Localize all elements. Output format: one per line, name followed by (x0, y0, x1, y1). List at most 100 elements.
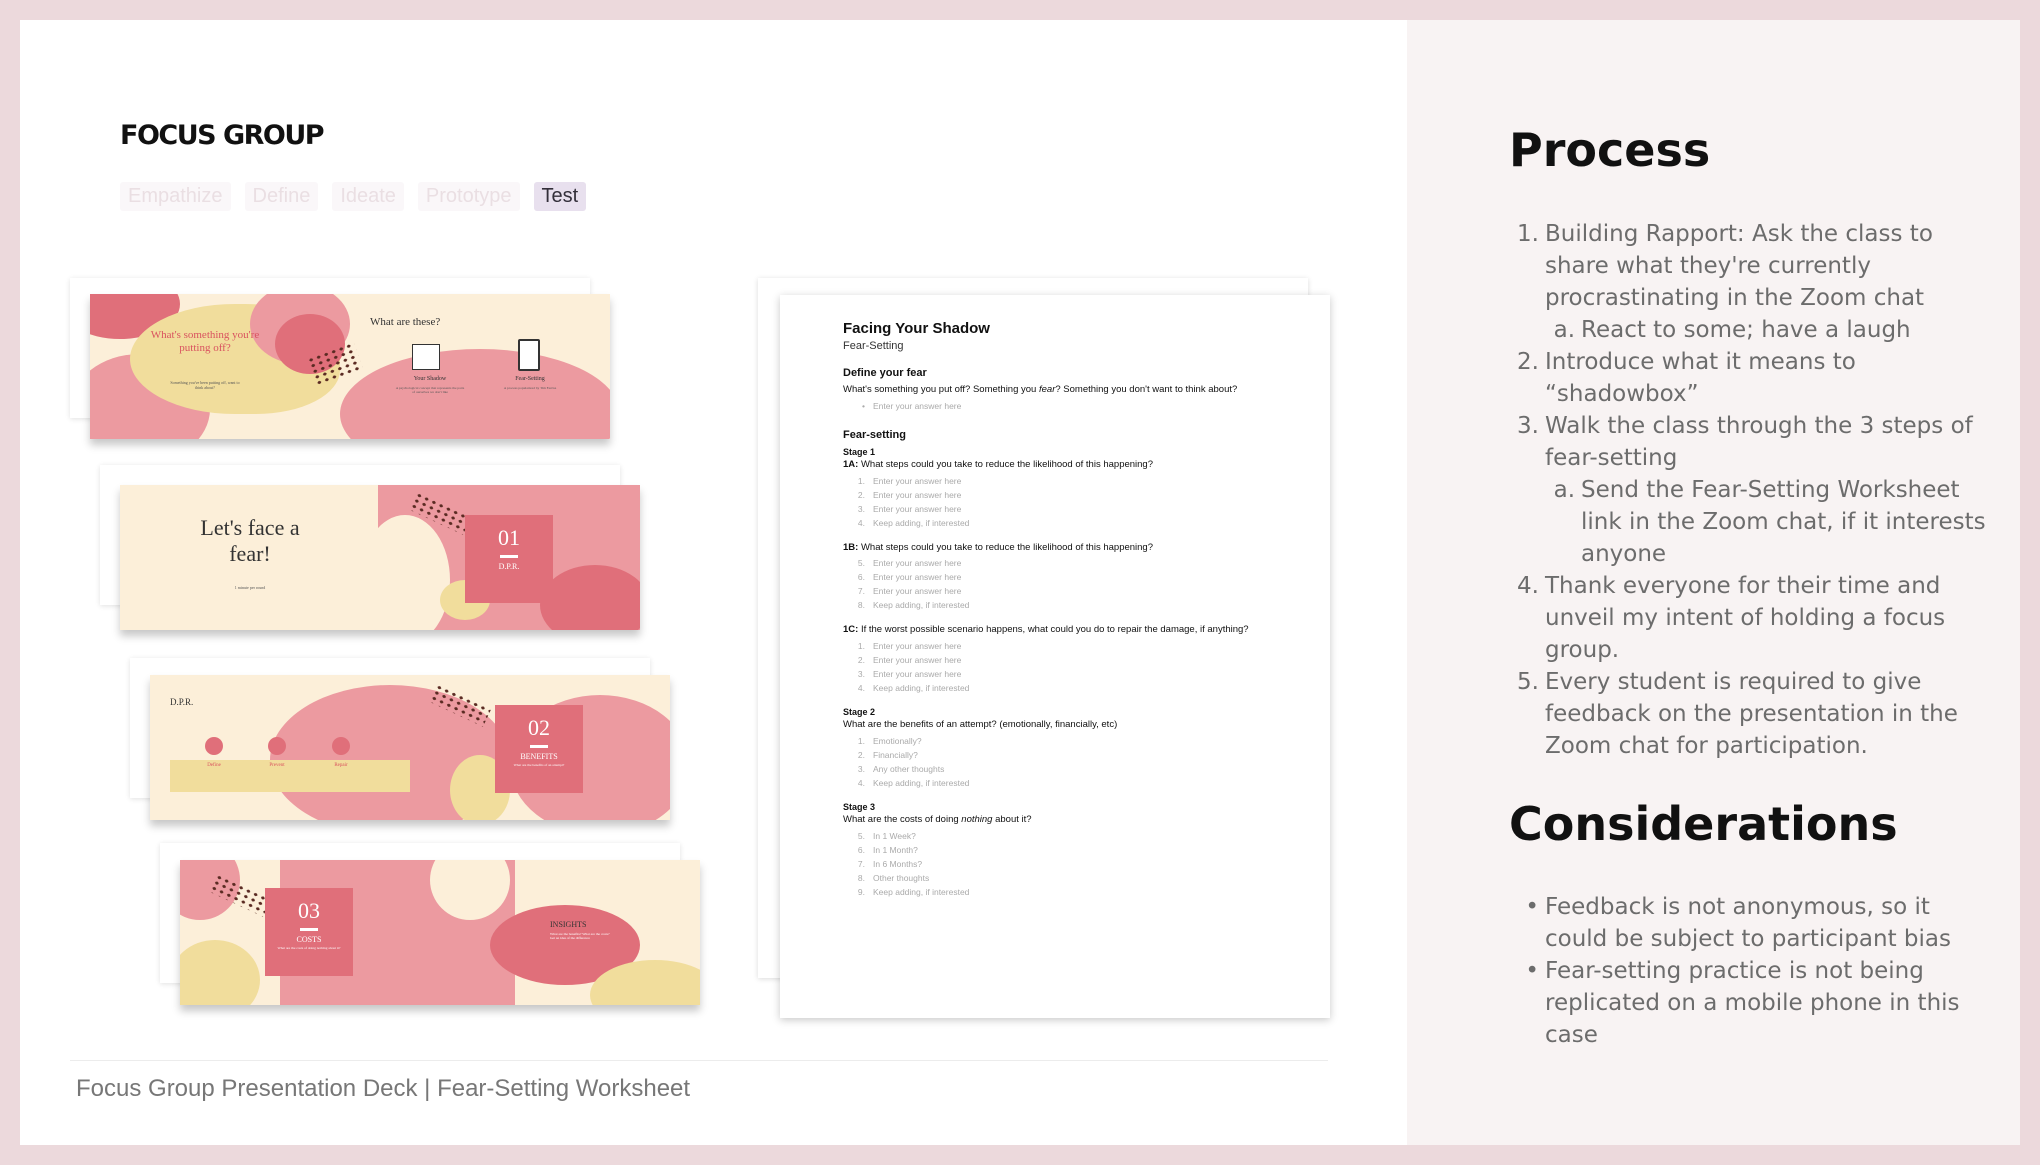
slide3-label: D.P.R. (170, 697, 194, 707)
right-panel: Process 1. Building Rapport: Ask the clas… (1407, 20, 2020, 1145)
slide3-number: 02 (528, 715, 550, 740)
divider (500, 555, 518, 558)
slide4-number-card: 03 COSTS What are the costs of doing not… (265, 888, 353, 976)
define-heading: Define your fear (843, 367, 927, 379)
worksheet-subtitle: Fear-Setting (843, 340, 904, 352)
answer-field[interactable]: 3. Enter your answer here (843, 667, 1283, 681)
slide3-number-card: 02 BENEFITS What are the benefits of an … (495, 705, 583, 793)
answer-field[interactable]: 3. Enter your answer here (843, 502, 1283, 516)
answer-list-1b: 5. Enter your answer here 6. Enter your an… (843, 556, 1283, 612)
repair-icon (332, 737, 350, 755)
deck-slide-2: Let's face a fear! 1 minute per round 01… (120, 485, 640, 630)
answer-field[interactable]: 5. Enter your answer here (843, 556, 1283, 570)
answer-field[interactable]: 4. Keep adding, if interested (843, 681, 1283, 695)
answer-field[interactable]: 6. In 1 Month? (843, 843, 1283, 857)
define-icon (205, 737, 223, 755)
process-subitem: a. Send the Fear-Setting Worksheet link i… (1553, 477, 1986, 567)
answer-field[interactable]: 1. Emotionally? (843, 734, 1283, 748)
answer-field[interactable]: 3. Any other thoughts (843, 762, 1283, 776)
slide2-number: 01 (498, 525, 520, 550)
answer-field[interactable]: 6. Enter your answer here (843, 570, 1283, 584)
define-question: What's something you put off? Something … (843, 384, 1238, 395)
consideration-item: • Fear-setting practice is not being repl… (1525, 958, 1960, 1048)
answer-field[interactable]: 7. Enter your answer here (843, 584, 1283, 598)
process-item: 5. Every student is required to give feed… (1517, 669, 1958, 759)
answer-field[interactable]: 8. Other thoughts (843, 871, 1283, 885)
stage-2-label: Stage 2 (843, 707, 876, 718)
slide1-item1-note: A psychological concept that represents … (395, 386, 465, 394)
slide3-col2: Prevent (269, 763, 285, 768)
question-2: What are the benefits of an attempt? (em… (843, 719, 1118, 731)
slide1-item2: Fear-Setting (515, 376, 545, 382)
stage-empathize[interactable]: Empathize (120, 182, 231, 211)
caption: Focus Group Presentation Deck | Fear-Set… (76, 1075, 691, 1102)
answer-field[interactable]: 4. Keep adding, if interested (843, 776, 1283, 790)
answer-field[interactable]: 1. Enter your answer here (843, 639, 1283, 653)
blob-shape (340, 349, 610, 439)
slide2-caption: D.P.R. (498, 562, 520, 571)
slide4-insights: INSIGHTS (550, 920, 587, 929)
stage-define[interactable]: Define (244, 182, 319, 211)
stage-test[interactable]: Test (533, 182, 587, 211)
deck-slide-1: What's something you're putting off? Som… (90, 294, 610, 439)
fear-heading: Fear-setting (843, 428, 906, 441)
shadow-figure-icon (412, 344, 440, 370)
answer-field[interactable]: 2. Financially? (843, 748, 1283, 762)
stage-ideate[interactable]: Ideate (332, 182, 404, 211)
answer-field[interactable]: 1. Enter your answer here (843, 474, 1283, 488)
slide4-insights-note: What are the benefits? What are the cost… (550, 932, 610, 940)
left-panel: FOCUS GROUP Empathize Define Ideate Prot… (20, 20, 1407, 1145)
considerations-heading: Considerations (1509, 797, 1898, 851)
process-item: 3. Walk the class through the 3 steps of … (1517, 413, 1973, 471)
slide1-item2-note: A process popularized by Tim Ferriss (503, 386, 557, 390)
answer-field[interactable]: 5. In 1 Week? (843, 829, 1283, 843)
slide1-item1: Your Shadow (413, 376, 447, 382)
slide1-question: What's something you're putting off? (150, 329, 260, 354)
slide4-number: 03 (298, 898, 320, 923)
answer-field[interactable]: 9. Keep adding, if interested (843, 885, 1283, 899)
answer-field[interactable]: • Enter your answer here (843, 399, 1283, 413)
stage-3-label: Stage 3 (843, 802, 876, 813)
answer-list-1a: 1. Enter your answer here 2. Enter your an… (843, 474, 1283, 530)
process-heading: Process (1509, 123, 1711, 177)
caption-divider (70, 1060, 1328, 1061)
slide2-number-card: 01 D.P.R. (465, 515, 553, 603)
answer-field[interactable]: 8. Keep adding, if interested (843, 598, 1283, 612)
divider (300, 928, 318, 931)
question-1b: 1B: What steps could you take to reduce … (843, 541, 1154, 553)
answer-list-1c: 1. Enter your answer here 2. Enter your an… (843, 639, 1283, 695)
slide1-question-note: Something you've been putting off, want … (170, 380, 240, 390)
answer-field[interactable]: 4. Keep adding, if interested (843, 516, 1283, 530)
stage-prototype[interactable]: Prototype (417, 182, 520, 211)
slide3-caption-note: What are the benefits of an attempt? (513, 763, 565, 767)
slide-card: FOCUS GROUP Empathize Define Ideate Prot… (20, 20, 2020, 1145)
question-3: What are the costs of doing nothing abou… (843, 814, 1032, 826)
prevent-icon (268, 737, 286, 755)
define-answer-list: • Enter your answer here (843, 399, 1283, 413)
process-subitem: a. React to some; have a laugh (1553, 317, 1911, 343)
answer-field[interactable]: 2. Enter your answer here (843, 653, 1283, 667)
question-1a: 1A: What steps could you take to reduce … (843, 458, 1154, 470)
stage-1-label: Stage 1 (843, 446, 876, 457)
slide4-caption: COSTS (296, 935, 322, 944)
worksheet-title: Facing Your Shadow (843, 320, 990, 337)
process-item: 2. Introduce what it means to “shadowbox” (1517, 349, 1856, 407)
slide3-col3: Repair (334, 763, 348, 768)
process-list: 1. Building Rapport: Ask the class to sha… (1509, 218, 1989, 762)
slide3-col1: Define (207, 763, 221, 768)
answer-list-2: 1. Emotionally? 2. Financially? 3. Any othe… (843, 734, 1283, 790)
clipboard-icon (518, 339, 540, 371)
process-item: 4. Thank everyone for their time and unve… (1517, 573, 1946, 663)
process-item: 1. Building Rapport: Ask the class to sha… (1517, 221, 1933, 311)
slide3-caption: BENEFITS (520, 752, 558, 761)
deck-slide-4: 03 COSTS What are the costs of doing not… (180, 860, 700, 1005)
page-title: FOCUS GROUP (120, 120, 325, 151)
slide1-what-title: What are these? (370, 316, 441, 328)
considerations-list: • Feedback is not anonymous, so it could … (1509, 891, 1989, 1051)
question-1c: 1C: If the worst possible scenario happe… (843, 624, 1249, 636)
slide4-caption-note: What are the costs of doing nothing abou… (277, 946, 341, 950)
deck-slide-3: D.P.R. Define Prevent Repair 02 BENEFITS… (150, 675, 670, 820)
answer-field[interactable]: 2. Enter your answer here (843, 488, 1283, 502)
worksheet-document: Facing Your Shadow Fear-Setting Define y… (780, 295, 1330, 1018)
answer-field[interactable]: 7. In 6 Months? (843, 857, 1283, 871)
